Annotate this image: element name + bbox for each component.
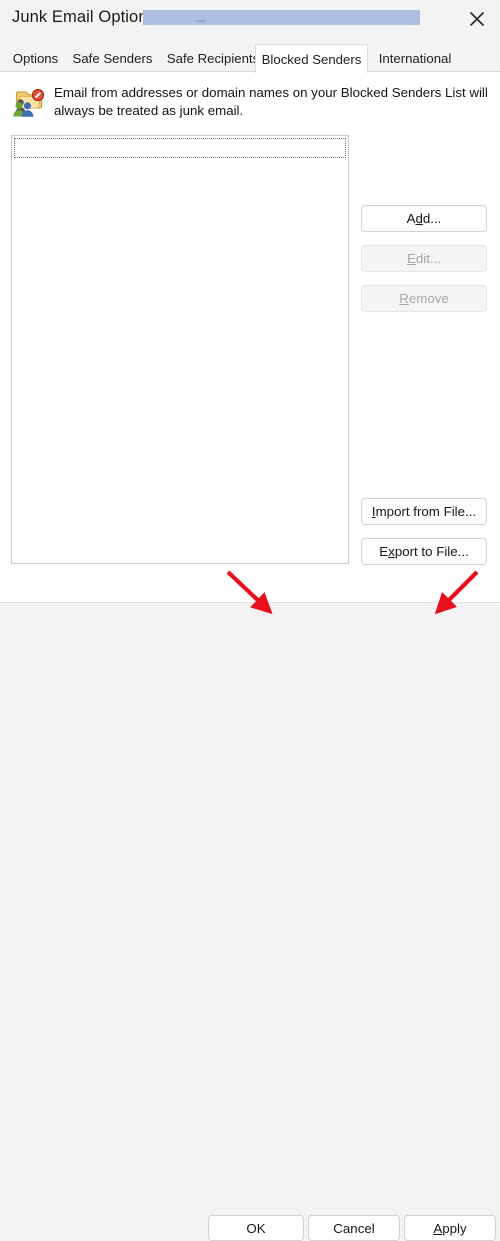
redacted-account-name xyxy=(143,10,420,25)
panel-description: Email from addresses or domain names on … xyxy=(54,85,488,118)
cancel-button-label: Cancel xyxy=(333,1220,375,1236)
tab-international[interactable]: International xyxy=(368,44,462,72)
ok-button[interactable]: OK xyxy=(208,1215,304,1241)
tab-options[interactable]: Options xyxy=(5,44,66,72)
apply-button-label: Apply xyxy=(433,1220,467,1236)
close-button[interactable] xyxy=(454,0,500,38)
listbox-focus-indicator xyxy=(14,138,346,158)
panel-description-row: Email from addresses or domain names on … xyxy=(11,82,489,120)
remove-button[interactable]: Remove xyxy=(361,285,487,312)
redaction-artifact xyxy=(196,20,205,22)
close-icon xyxy=(468,10,486,28)
import-from-file-button[interactable]: Import from File... xyxy=(361,498,487,525)
import-from-file-button-label: Import from File... xyxy=(371,504,477,519)
tab-safe-senders[interactable]: Safe Senders xyxy=(66,44,159,72)
cancel-button[interactable]: Cancel xyxy=(308,1215,400,1241)
tab-safe-recipients[interactable]: Safe Recipients xyxy=(159,44,267,72)
edit-button[interactable]: Edit... xyxy=(361,245,487,272)
apply-button[interactable]: Apply xyxy=(404,1215,496,1241)
blocked-senders-listbox[interactable] xyxy=(11,135,349,564)
tab-blocked-senders[interactable]: Blocked Senders xyxy=(255,44,368,73)
edit-button-label: Edit... xyxy=(406,251,441,266)
export-to-file-button-label: Export to File... xyxy=(379,544,469,559)
add-button[interactable]: Add... xyxy=(361,205,487,232)
blocked-senders-icon xyxy=(11,84,45,118)
title-bar: Junk Email Options - xyxy=(0,0,500,44)
ok-button-label: OK xyxy=(246,1220,266,1236)
footer-bar: OK Cancel Apply xyxy=(0,603,500,1241)
export-to-file-button[interactable]: Export to File... xyxy=(361,538,487,565)
add-button-label: Add... xyxy=(406,211,442,226)
tab-strip: Options Safe Senders Safe Recipients Blo… xyxy=(0,44,500,73)
remove-button-label: Remove xyxy=(399,291,449,306)
blocked-senders-panel: Email from addresses or domain names on … xyxy=(0,72,500,602)
